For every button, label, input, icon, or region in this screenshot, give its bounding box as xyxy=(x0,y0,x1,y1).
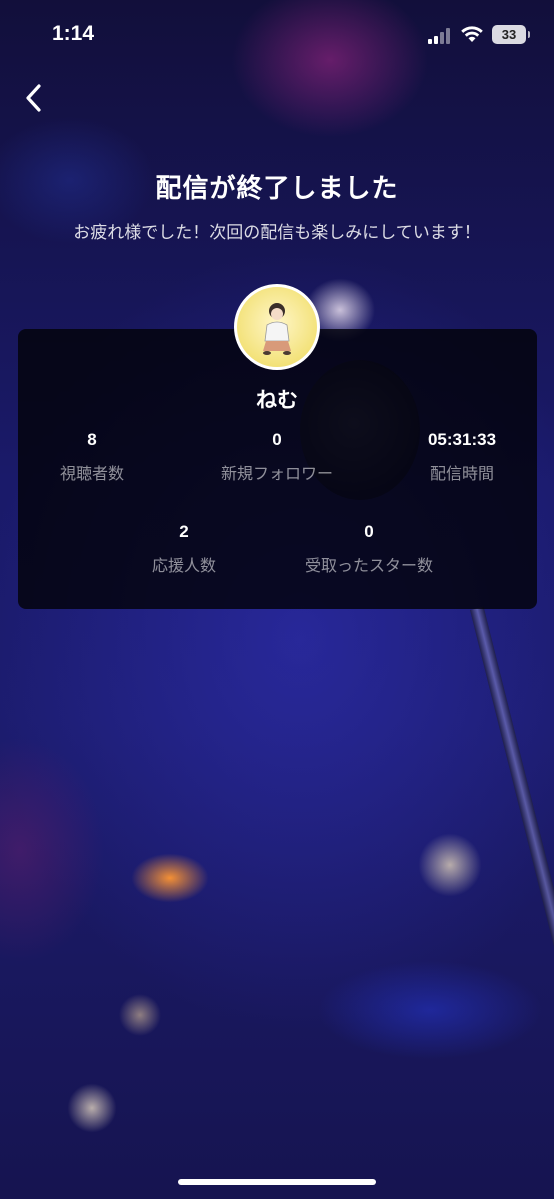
stat-value: 2 xyxy=(179,522,189,541)
back-button[interactable] xyxy=(14,78,54,118)
stat-stars-received: 0 受取ったスター数 xyxy=(294,522,444,576)
stat-value: 0 xyxy=(272,430,282,449)
stat-value: 05:31:33 xyxy=(427,430,497,449)
page-title: 配信が終了しました xyxy=(155,174,399,204)
status-bar: 1:14 33 xyxy=(0,0,554,70)
battery-icon: 33 xyxy=(492,25,530,44)
stat-label: 配信時間 xyxy=(429,464,494,483)
chevron-left-icon xyxy=(26,84,41,112)
stat-value: 8 xyxy=(87,430,97,449)
stat-label: 応援人数 xyxy=(151,556,216,575)
stat-new-followers: 0 新規フォロワー xyxy=(207,430,347,484)
stat-viewers: 8 視聴者数 xyxy=(42,430,142,484)
avatar-illustration xyxy=(263,303,291,355)
avatar xyxy=(234,284,320,370)
wifi-icon xyxy=(461,26,483,42)
stat-label: 新規フォロワー xyxy=(220,464,333,483)
battery-level: 33 xyxy=(501,27,517,42)
stat-stream-time: 05:31:33 配信時間 xyxy=(412,430,512,484)
stat-label: 視聴者数 xyxy=(59,464,124,483)
username: ねむ xyxy=(256,388,298,412)
home-indicator[interactable] xyxy=(178,1179,376,1185)
page-subtitle: お疲れ様でした！次回の配信も楽しみにしています！ xyxy=(73,223,481,243)
status-time: 1:14 xyxy=(52,22,95,45)
stat-label: 受取ったスター数 xyxy=(304,556,433,575)
cellular-signal-icon xyxy=(428,28,454,44)
stat-supporters: 2 応援人数 xyxy=(134,522,234,576)
stat-value: 0 xyxy=(364,522,374,541)
